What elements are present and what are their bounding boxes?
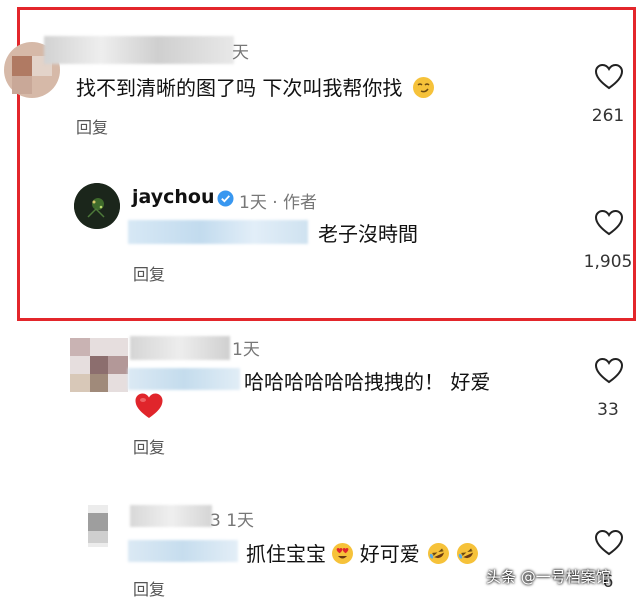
avatar[interactable]: [74, 183, 120, 229]
heart-outline-icon[interactable]: [594, 529, 624, 557]
blurred-avatar: [70, 338, 128, 392]
like-count: 33: [597, 400, 619, 420]
blurred-username: [44, 36, 234, 64]
comment-time: 1天: [232, 340, 260, 360]
blurred-username: [130, 505, 212, 527]
blurred-username: [130, 336, 230, 360]
blurred-mention: [128, 368, 240, 390]
reply-button[interactable]: 回复: [133, 576, 165, 600]
comment-text: 哈哈哈哈哈哈拽拽的！ 好爱: [244, 370, 491, 394]
blurred-mention: [128, 540, 238, 562]
rolling-laughing-emoji: [424, 539, 453, 568]
username[interactable]: jaychou: [132, 186, 215, 208]
like-count: 1,905: [583, 252, 633, 272]
comment-text: 老子沒時間: [318, 222, 418, 246]
watermark: 头条 @一号档案馆: [486, 568, 611, 586]
comment-time: 天: [232, 43, 249, 63]
heart-eyes-emoji: [332, 543, 354, 564]
heart-outline-icon[interactable]: [594, 357, 624, 385]
blurred-avatar: [88, 505, 108, 547]
rolling-laughing-emoji: [453, 539, 482, 568]
red-heart-emoji: [135, 393, 163, 418]
heart-outline-icon[interactable]: [594, 209, 624, 237]
blurred-mention: [128, 220, 308, 244]
reply-button[interactable]: 回复: [76, 114, 108, 138]
comment-time: 3 1天: [210, 511, 255, 531]
verified-badge-icon: [217, 190, 234, 207]
like-count: 261: [591, 106, 625, 126]
reply-button[interactable]: 回复: [133, 434, 165, 458]
reply-button[interactable]: 回复: [133, 261, 165, 285]
comment-time: 1天 · 作者: [239, 193, 318, 213]
smirk-emoji: [412, 77, 434, 98]
comment-text: 抓住宝宝 好可爱: [246, 538, 482, 568]
comment-text: 找不到清晰的图了吗 下次叫我帮你找: [76, 72, 434, 101]
heart-outline-icon[interactable]: [594, 63, 624, 91]
